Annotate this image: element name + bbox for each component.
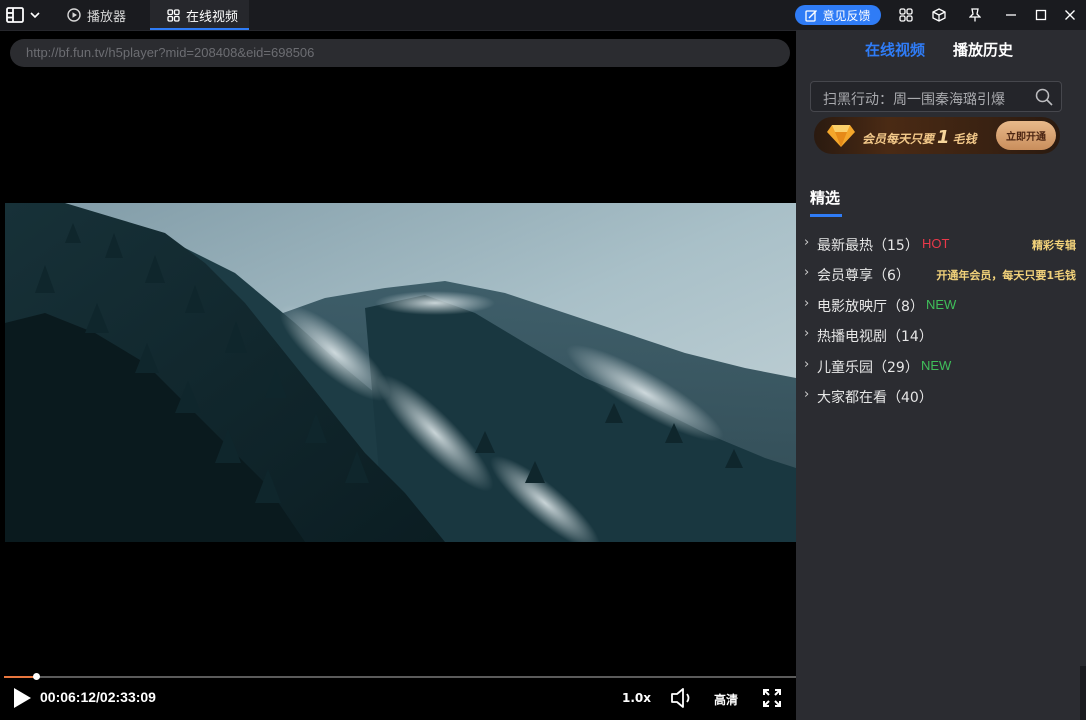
- close-icon: [1065, 10, 1075, 20]
- hot-badge: HOT: [922, 236, 950, 251]
- chevron-right-icon: ›: [804, 265, 810, 280]
- tab-online-video[interactable]: 在线视频: [150, 0, 249, 30]
- chevron-right-icon: ›: [804, 326, 810, 341]
- apps-icon: [899, 8, 913, 22]
- sidebar: 在线视频 播放历史 扫黑行动：周一围秦海璐引爆 会员每天只要 1 毛钱 立即开通 精…: [796, 30, 1086, 720]
- progress-bar[interactable]: [4, 673, 796, 680]
- category-item[interactable]: › 会员尊享（6） 开通年会员，每天只要1毛钱: [804, 264, 1082, 286]
- player-controls: 00:06:12/02:33:09 1.0x 高清: [0, 660, 796, 720]
- category-label: 最新最热（15）: [817, 238, 919, 254]
- tab-player-label: 播放器: [87, 9, 127, 25]
- video-frame[interactable]: [5, 203, 796, 542]
- search-icon[interactable]: [1035, 88, 1053, 106]
- box-button[interactable]: [929, 5, 949, 25]
- vip-banner[interactable]: 会员每天只要 1 毛钱 立即开通: [814, 117, 1060, 154]
- minimize-icon: [1006, 14, 1016, 16]
- category-label: 电影放映厅（8）: [817, 299, 924, 315]
- tab-online-video-label: 在线视频: [186, 9, 239, 25]
- banner-text: 会员每天只要 1 毛钱: [862, 127, 977, 148]
- play-circle-icon: [67, 8, 81, 22]
- category-note[interactable]: 开通年会员，每天只要1毛钱: [936, 267, 1076, 283]
- scrollbar[interactable]: [1080, 666, 1086, 720]
- section-underline: [810, 214, 842, 217]
- progress-handle[interactable]: [33, 673, 40, 680]
- main-menu-button[interactable]: [6, 6, 46, 24]
- url-text: http://bf.fun.tv/h5player?mid=208408&eid…: [26, 45, 315, 60]
- pin-button[interactable]: [965, 5, 985, 25]
- category-item[interactable]: › 电影放映厅（8） NEW: [804, 295, 1082, 317]
- fullscreen-icon[interactable]: [763, 689, 781, 707]
- title-bar: 播放器 在线视频 意见反馈: [0, 0, 1086, 31]
- url-input[interactable]: http://bf.fun.tv/h5player?mid=208408&eid…: [10, 39, 790, 67]
- category-label: 儿童乐园（29）: [817, 360, 919, 376]
- volume-icon[interactable]: [670, 687, 694, 709]
- quality-button[interactable]: 高清: [714, 691, 738, 708]
- category-note[interactable]: 精彩专辑: [1032, 237, 1076, 253]
- diamond-icon: [827, 125, 855, 147]
- edit-icon: [805, 9, 818, 22]
- time-display: 00:06:12/02:33:09: [40, 689, 156, 705]
- chevron-right-icon: ›: [804, 387, 810, 402]
- category-item[interactable]: › 儿童乐园（29） NEW: [804, 356, 1082, 378]
- search-placeholder: 扫黑行动：周一围秦海璐引爆: [823, 92, 1005, 108]
- sidebar-tab-history[interactable]: 播放历史: [953, 39, 1013, 60]
- maximize-button[interactable]: [1031, 5, 1051, 25]
- search-input[interactable]: 扫黑行动：周一围秦海璐引爆: [810, 81, 1062, 112]
- category-item[interactable]: › 热播电视剧（14）: [804, 325, 1082, 347]
- chevron-right-icon: ›: [804, 357, 810, 372]
- activate-button[interactable]: 立即开通: [996, 121, 1056, 150]
- tab-player[interactable]: 播放器: [60, 0, 151, 30]
- sidebar-tab-online-video[interactable]: 在线视频: [865, 39, 925, 60]
- maximize-icon: [1035, 9, 1047, 21]
- minimize-button[interactable]: [1001, 5, 1021, 25]
- section-title: 精选: [810, 189, 841, 207]
- pin-icon: [969, 8, 981, 22]
- category-label: 热播电视剧（14）: [817, 329, 933, 345]
- video-landscape-image: [5, 203, 796, 542]
- chevron-down-icon: [30, 12, 40, 19]
- category-item[interactable]: › 最新最热（15） HOT 精彩专辑: [804, 234, 1082, 256]
- chevron-right-icon: ›: [804, 296, 810, 311]
- progress-fill: [4, 676, 36, 678]
- category-label: 会员尊享（6）: [817, 268, 910, 284]
- chevron-right-icon: ›: [804, 235, 810, 250]
- play-button[interactable]: [12, 687, 32, 709]
- apps-button[interactable]: [896, 5, 916, 25]
- close-button[interactable]: [1060, 5, 1080, 25]
- category-item[interactable]: › 大家都在看（40）: [804, 386, 1082, 408]
- new-badge: NEW: [926, 297, 957, 312]
- new-badge: NEW: [921, 358, 952, 373]
- feedback-label: 意见反馈: [822, 8, 871, 23]
- layout-icon: [6, 7, 24, 23]
- grid-icon: [167, 8, 180, 22]
- category-label: 大家都在看（40）: [817, 390, 933, 406]
- feedback-button[interactable]: 意见反馈: [795, 5, 881, 25]
- speed-button[interactable]: 1.0x: [622, 691, 651, 705]
- box-icon: [932, 8, 946, 22]
